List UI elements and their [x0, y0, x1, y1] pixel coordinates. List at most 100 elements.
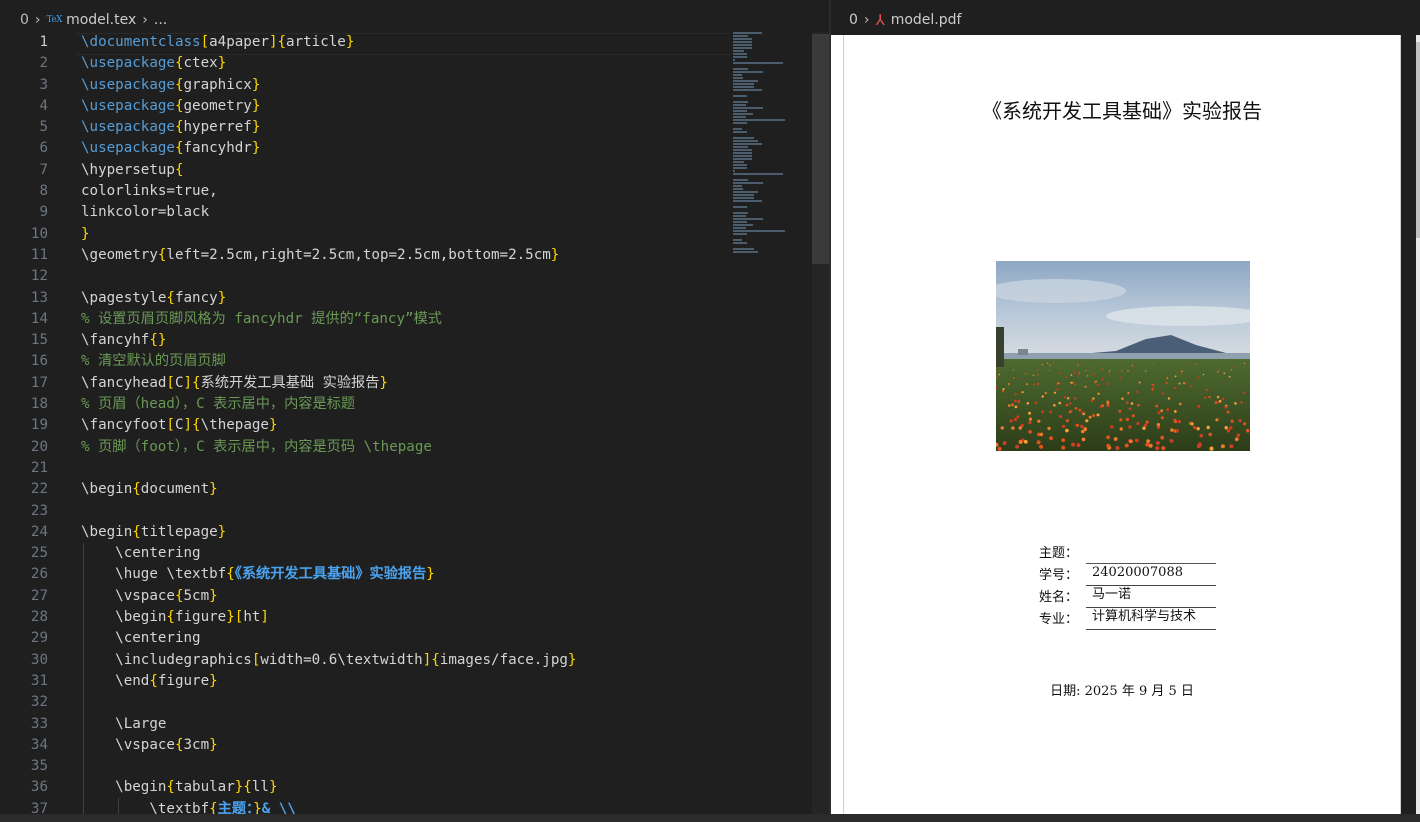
code-line[interactable]: 23 — [0, 501, 812, 522]
code-line[interactable]: 24 \begin{titlepage} — [0, 522, 812, 543]
code-line[interactable]: 34 \vspace{3cm} — [0, 735, 812, 756]
code-line[interactable]: 20 % 页脚（foot），C 表示居中，内容是页码 \thepage — [0, 437, 812, 458]
code-area[interactable]: 1 \documentclass[a4paper]{article} 2 \usepa… — [0, 32, 812, 820]
minimap-line — [733, 119, 786, 121]
code-line[interactable]: 36 \begin{tabular}{ll} — [0, 777, 812, 798]
flower-dot — [1229, 426, 1233, 430]
code-line[interactable]: 11 \geometry{left=2.5cm,right=2.5cm,top=2… — [0, 245, 812, 266]
line-text[interactable]: % 设置页眉页脚风格为 fancyhdr 提供的“fancy”模式 — [81, 309, 442, 330]
code-line[interactable]: 16 % 清空默认的页眉页脚 — [0, 351, 812, 372]
line-text[interactable]: colorlinks=true, — [81, 181, 218, 202]
code-line[interactable]: 19 \fancyfoot[C]{\thepage} — [0, 415, 812, 436]
line-text[interactable]: \fancyhf{} — [81, 330, 166, 351]
code-line[interactable]: 1 \documentclass[a4paper]{article} — [0, 32, 812, 53]
code-line[interactable]: 15 \fancyhf{} — [0, 330, 812, 351]
line-text[interactable]: \centering — [81, 628, 200, 649]
line-text[interactable]: \usepackage{hyperref} — [81, 117, 260, 138]
flower-dot — [1217, 370, 1219, 373]
line-text[interactable]: % 页眉（head），C 表示居中，内容是标题 — [81, 394, 355, 415]
breadcrumb-file[interactable]: model.tex — [66, 12, 136, 28]
breadcrumb-root[interactable]: 0 — [849, 12, 858, 28]
code-line[interactable]: 8 colorlinks=true, — [0, 181, 812, 202]
flower-dot — [1002, 388, 1005, 391]
line-text[interactable]: \begin{figure}[ht] — [81, 607, 269, 628]
code-line[interactable]: 4 \usepackage{geometry} — [0, 96, 812, 117]
line-text[interactable]: \huge \textbf{《系统开发工具基础》实验报告} — [81, 564, 435, 585]
line-text[interactable]: \centering — [81, 543, 200, 564]
info-label: 主题： — [1039, 546, 1079, 561]
code-line[interactable]: 27 \vspace{5cm} — [0, 586, 812, 607]
info-value — [1086, 542, 1216, 564]
code-line[interactable]: 22 \begin{document} — [0, 479, 812, 500]
code-line[interactable]: 21 — [0, 458, 812, 479]
line-text[interactable]: \begin{titlepage} — [81, 522, 226, 543]
line-text[interactable]: \usepackage{geometry} — [81, 96, 260, 117]
line-text[interactable]: \begin{tabular}{ll} — [81, 777, 277, 798]
line-text[interactable]: \includegraphics[width=0.6\textwidth]{im… — [81, 650, 576, 671]
line-text[interactable]: \documentclass[a4paper]{article} — [81, 32, 354, 53]
code-line[interactable]: 29 \centering — [0, 628, 812, 649]
pdf-breadcrumb: 0 › ⅄ model.pdf — [849, 7, 961, 33]
code-line[interactable]: 3 \usepackage{graphicx} — [0, 75, 812, 96]
code-line[interactable]: 26 \huge \textbf{《系统开发工具基础》实验报告} — [0, 564, 812, 585]
breadcrumb-root[interactable]: 0 — [20, 12, 29, 28]
flower-dot — [1162, 392, 1165, 395]
line-number: 36 — [30, 779, 48, 796]
minimap-line — [733, 191, 759, 193]
line-text[interactable]: linkcolor=black — [81, 202, 209, 223]
code-line[interactable]: 14 % 设置页眉页脚风格为 fancyhdr 提供的“fancy”模式 — [0, 309, 812, 330]
line-text[interactable]: \usepackage{graphicx} — [81, 75, 260, 96]
flower-dot — [1058, 401, 1062, 405]
code-line[interactable]: 9 linkcolor=black — [0, 202, 812, 223]
line-text[interactable]: } — [81, 224, 90, 245]
line-text[interactable]: \Large — [81, 714, 166, 735]
code-line[interactable]: 30 \includegraphics[width=0.6\textwidth]… — [0, 650, 812, 671]
flower-dot — [1138, 381, 1141, 384]
flower-dot — [1157, 411, 1161, 415]
code-line[interactable]: 35 — [0, 756, 812, 777]
line-text[interactable]: \geometry{left=2.5cm,right=2.5cm,top=2.5… — [81, 245, 559, 266]
pdf-scrollbar-thumb[interactable] — [1416, 42, 1420, 238]
line-text[interactable]: % 清空默认的页眉页脚 — [81, 351, 226, 372]
code-line[interactable]: 32 — [0, 692, 812, 713]
flower-dot — [1015, 444, 1020, 449]
flower-dot — [1187, 363, 1189, 365]
editor-scrollbar-thumb[interactable] — [812, 34, 829, 264]
info-value: 计算机科学与技术 — [1086, 608, 1216, 630]
minimap-line — [733, 230, 786, 232]
code-line[interactable]: 17 \fancyhead[C]{系统开发工具基础 实验报告} — [0, 373, 812, 394]
flower-dot — [1243, 422, 1247, 426]
breadcrumb-symbol[interactable]: ... — [154, 12, 167, 28]
code-line[interactable]: 33 \Large — [0, 714, 812, 735]
line-text[interactable]: \fancyfoot[C]{\thepage} — [81, 415, 278, 436]
code-line[interactable]: 25 \centering — [0, 543, 812, 564]
line-text[interactable]: \end{figure} — [81, 671, 218, 692]
line-text[interactable]: \hypersetup{ — [81, 160, 184, 181]
minimap[interactable] — [733, 32, 803, 253]
code-line[interactable]: 7 \hypersetup{ — [0, 160, 812, 181]
line-text[interactable]: \usepackage{fancyhdr} — [81, 138, 260, 159]
line-text[interactable]: \vspace{3cm} — [81, 735, 218, 756]
line-text[interactable]: \begin{document} — [81, 479, 218, 500]
code-line[interactable]: 31 \end{figure} — [0, 671, 812, 692]
cover-photo — [996, 261, 1250, 451]
code-line[interactable]: 2 \usepackage{ctex} — [0, 53, 812, 74]
line-text[interactable]: \usepackage{ctex} — [81, 53, 226, 74]
line-text[interactable]: \vspace{5cm} — [81, 586, 218, 607]
code-line[interactable]: 10} — [0, 224, 812, 245]
flower-dot — [1178, 382, 1181, 385]
code-line[interactable]: 12 — [0, 266, 812, 287]
code-line[interactable]: 5 \usepackage{hyperref} — [0, 117, 812, 138]
code-line[interactable]: 28 \begin{figure}[ht] — [0, 607, 812, 628]
flower-dot — [1234, 437, 1239, 442]
code-line[interactable]: 13 \pagestyle{fancy} — [0, 288, 812, 309]
flower-dot — [1041, 363, 1044, 366]
line-text[interactable]: \fancyhead[C]{系统开发工具基础 实验报告} — [81, 373, 388, 394]
bottom-strip — [0, 814, 1420, 822]
flower-dot — [1012, 369, 1015, 371]
breadcrumb-file[interactable]: model.pdf — [891, 12, 962, 28]
line-text[interactable]: \pagestyle{fancy} — [81, 288, 226, 309]
code-line[interactable]: 18 % 页眉（head），C 表示居中，内容是标题 — [0, 394, 812, 415]
line-text[interactable]: % 页脚（foot），C 表示居中，内容是页码 \thepage — [81, 437, 432, 458]
code-line[interactable]: 6 \usepackage{fancyhdr} — [0, 138, 812, 159]
